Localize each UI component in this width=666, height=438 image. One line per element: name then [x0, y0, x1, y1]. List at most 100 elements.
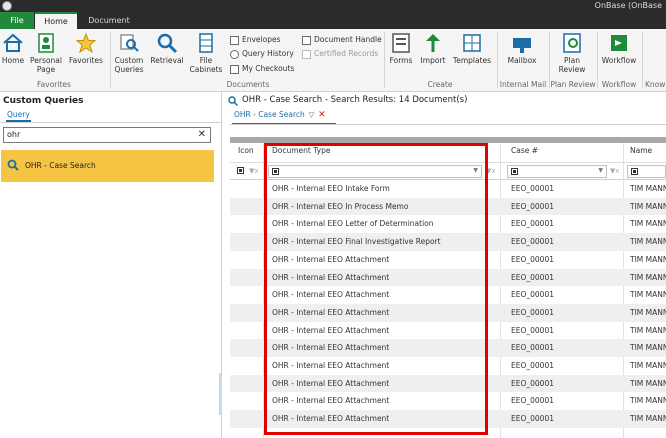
table-row[interactable]: OHR - Internal EEO In Process Memo EEO_00… [230, 197, 666, 216]
cell-document-type: OHR - Internal EEO Attachment [272, 396, 390, 406]
filter-name[interactable] [627, 165, 666, 178]
tab-query[interactable]: Query [6, 110, 31, 122]
list-item-ohr-case-search[interactable]: OHR - Case Search [1, 150, 214, 182]
home-label: Home [1, 56, 25, 65]
chevron-down-icon[interactable]: ▽ [309, 111, 314, 119]
forms-button[interactable]: Forms [386, 32, 416, 65]
filter-document-type[interactable]: ▼ [268, 165, 482, 178]
column-header-name[interactable]: Name [630, 146, 652, 155]
envelopes-button[interactable]: Envelopes [230, 33, 281, 46]
mailbox-label: Mailbox [507, 56, 537, 65]
filter-operator-icon [272, 168, 279, 175]
my-checkouts-label: My Checkouts [242, 64, 295, 73]
table-row[interactable]: OHR - Internal EEO Attachment EEO_00001 TI… [230, 357, 666, 375]
cell-document-type: OHR - Internal EEO Attachment [272, 290, 390, 300]
filter-operator-icon [631, 168, 638, 175]
column-header-icon[interactable]: Icon [238, 146, 254, 155]
document-handle-icon [302, 35, 311, 45]
import-arrow-icon [426, 34, 440, 52]
home-button[interactable]: Home [0, 32, 26, 65]
document-handle-button[interactable]: Document Handle [302, 33, 382, 46]
filter-operator-icon [237, 167, 244, 174]
custom-queries-button[interactable]: Custom Queries [112, 32, 146, 74]
cell-document-type: OHR - Internal EEO Attachment [272, 325, 390, 335]
cell-document-type: OHR - Internal EEO Attachment [272, 272, 390, 282]
clear-filter-icon[interactable]: ▼x [249, 167, 259, 175]
personal-page-button[interactable]: Personal Page [28, 32, 64, 74]
file-cabinets-label: File Cabinets [189, 56, 223, 74]
clear-filter-icon[interactable]: ▼x [610, 167, 620, 175]
table-row[interactable]: OHR - Internal EEO Attachment EEO_00001 TI… [230, 322, 666, 340]
envelope-icon [230, 35, 239, 45]
app-icon[interactable] [2, 1, 12, 11]
cell-name: TIM MANN [630, 219, 666, 229]
results-title: OHR - Case Search - Search Results: 14 D… [242, 95, 468, 105]
cell-document-type: OHR - Internal EEO In Process Memo [272, 201, 409, 211]
query-history-label: Query History [242, 49, 294, 58]
tab-document[interactable]: Document [80, 12, 138, 29]
table-row[interactable]: OHR - Internal EEO Attachment EEO_00001 TI… [230, 268, 666, 287]
retrieval-button[interactable]: Retrieval [148, 32, 186, 65]
envelopes-label: Envelopes [242, 35, 281, 44]
file-cabinets-button[interactable]: File Cabinets [188, 32, 224, 74]
certified-records-button[interactable]: Certified Records [302, 47, 378, 60]
chevron-down-icon: ▼ [598, 167, 603, 174]
mailbox-button[interactable]: Mailbox [500, 32, 544, 65]
table-row[interactable]: OHR - Internal EEO Attachment EEO_00001 TI… [230, 339, 666, 357]
close-icon[interactable]: ✕ [318, 110, 326, 120]
cell-case: EEO_00001 [511, 237, 554, 247]
chevron-down-icon: ▼ [473, 167, 478, 174]
import-button[interactable]: Import [418, 32, 448, 65]
table-row[interactable]: OHR - Internal EEO Attachment EEO_00001 TI… [230, 251, 666, 269]
tab-home[interactable]: Home [35, 12, 77, 29]
filter-icon-column[interactable] [234, 165, 248, 178]
query-history-button[interactable]: Query History [230, 47, 294, 60]
panel-scrollbar[interactable] [219, 373, 222, 415]
query-search-input[interactable]: ohr ✕ [3, 127, 211, 143]
table-row[interactable]: OHR - Internal EEO Intake Form EEO_00001 T… [230, 180, 666, 198]
clear-search-icon[interactable]: ✕ [198, 129, 206, 140]
checkout-icon [230, 64, 239, 74]
table-row[interactable]: OHR - Internal EEO Attachment EEO_00001 TI… [230, 286, 666, 304]
tab-file[interactable]: File [0, 12, 34, 29]
tab-ohr-case-search[interactable]: OHR - Case Search ▽ ✕ [234, 110, 326, 122]
forms-icon [392, 33, 410, 53]
query-search-value: ohr [7, 130, 21, 139]
title-bar: OnBase (OnBase [0, 0, 666, 12]
filter-case[interactable]: ▼ [507, 165, 607, 178]
cell-name: TIM MANN [630, 237, 666, 247]
clear-filter-icon[interactable]: ▼x [486, 167, 496, 175]
table-row[interactable]: OHR - Internal EEO Attachment EEO_00001 TI… [230, 374, 666, 393]
templates-button[interactable]: Templates [450, 32, 494, 65]
workflow-button[interactable]: Workflow [599, 32, 639, 65]
workflow-label: Workflow [601, 56, 637, 65]
ribbon-tabs: File Home Document [0, 12, 666, 29]
my-checkouts-button[interactable]: My Checkouts [230, 62, 294, 75]
plan-review-button[interactable]: Plan Review [551, 32, 593, 74]
divider [230, 162, 666, 163]
cell-name: TIM MANN [630, 414, 666, 424]
personal-page-label: Personal Page [30, 56, 62, 74]
favorites-button[interactable]: Favorites [66, 32, 106, 65]
home-icon [3, 33, 23, 52]
ribbon: Home Personal Page Favorites Favorites C… [0, 29, 666, 92]
table-row[interactable]: OHR - Internal EEO Letter of Determinati… [230, 215, 666, 233]
ribbon-separator [597, 32, 598, 88]
column-header-case[interactable]: Case # [511, 146, 538, 155]
cell-case: EEO_00001 [511, 378, 554, 388]
results-grid: Icon Document Type Case # Name ▼x ▼ ▼x ▼… [230, 143, 666, 438]
knowledge-group-label: Know [645, 80, 666, 89]
search-icon [157, 33, 178, 54]
forms-label: Forms [389, 56, 413, 65]
table-row[interactable]: OHR - Internal EEO Attachment EEO_00001 TI… [230, 392, 666, 410]
cell-name: TIM MANN [630, 254, 666, 264]
filter-operator-icon [511, 168, 518, 175]
cell-document-type: OHR - Internal EEO Letter of Determinati… [272, 219, 434, 229]
table-row[interactable]: OHR - Internal EEO Final Investigative R… [230, 233, 666, 251]
plan-review-group-label: Plan Review [550, 80, 596, 89]
table-row[interactable]: OHR - Internal EEO Attachment EEO_00001 TI… [230, 303, 666, 322]
mailbox-icon [513, 38, 531, 53]
column-header-document-type[interactable]: Document Type [272, 146, 330, 155]
table-row[interactable]: OHR - Internal EEO Attachment EEO_00001 TI… [230, 410, 666, 428]
cell-name: TIM MANN [630, 343, 666, 353]
